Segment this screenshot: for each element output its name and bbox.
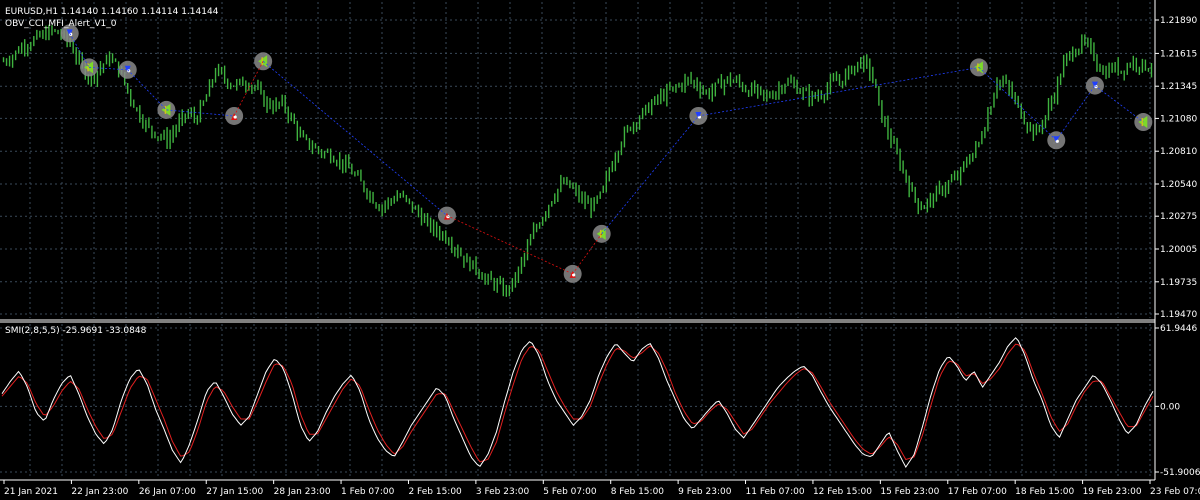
price-tick-label: 1.21890 <box>1160 16 1197 26</box>
time-tick-label: 21 Jan 2021 <box>4 487 58 497</box>
time-tick-label: 9 Feb 23:00 <box>678 487 732 497</box>
trading-chart[interactable]: EURUSD,H1 1.14140 1.14160 1.14114 1.1414… <box>0 0 1200 500</box>
smi-tick-label: 0.00 <box>1160 402 1180 412</box>
time-tick-label: 8 Feb 15:00 <box>611 487 665 497</box>
time-tick-label: 15 Feb 23:00 <box>880 487 939 497</box>
price-tick-label: 1.20005 <box>1160 245 1197 255</box>
time-tick-label: 23 Feb 07:00 <box>1150 487 1200 497</box>
price-tick-label: 1.19735 <box>1160 278 1197 288</box>
time-tick-label: 27 Jan 15:00 <box>206 487 263 497</box>
time-tick-label: 1 Feb 07:00 <box>341 487 395 497</box>
chart-background <box>0 0 1200 500</box>
time-tick-label: 11 Feb 07:00 <box>746 487 805 497</box>
price-tick-label: 1.19470 <box>1160 310 1197 320</box>
time-tick-label: 26 Jan 07:00 <box>139 487 196 497</box>
smi-header: SMI(2,8,5,5) -25.9691 -33.0848 <box>5 326 147 336</box>
price-tick-label: 1.20275 <box>1160 212 1197 222</box>
time-tick-label: 5 Feb 07:00 <box>543 487 597 497</box>
time-tick-label: 17 Feb 07:00 <box>948 487 1007 497</box>
signal-dot-white <box>446 214 450 219</box>
price-tick-label: 1.20540 <box>1160 180 1197 190</box>
time-tick-label: 19 Feb 23:00 <box>1083 487 1142 497</box>
time-tick-label: 22 Jan 23:00 <box>71 487 128 497</box>
price-tick-label: 1.20810 <box>1160 147 1197 157</box>
price-tick-label: 1.21080 <box>1160 114 1197 124</box>
indicator-name: OBV_CCI_MFI_Alert_V1_0 <box>5 19 117 29</box>
time-tick-label: 18 Feb 15:00 <box>1015 487 1074 497</box>
time-tick-label: 3 Feb 23:00 <box>476 487 530 497</box>
smi-tick-label: -51.9006 <box>1160 468 1200 478</box>
time-tick-label: 12 Feb 15:00 <box>813 487 872 497</box>
time-tick-label: 2 Feb 15:00 <box>408 487 462 497</box>
smi-tick-label: 61.9446 <box>1160 324 1197 334</box>
price-tick-label: 1.21615 <box>1160 49 1197 59</box>
time-tick-label: 28 Jan 23:00 <box>274 487 331 497</box>
price-tick-label: 1.21345 <box>1160 82 1197 92</box>
symbol-header: EURUSD,H1 1.14140 1.14160 1.14114 1.1414… <box>5 7 219 17</box>
